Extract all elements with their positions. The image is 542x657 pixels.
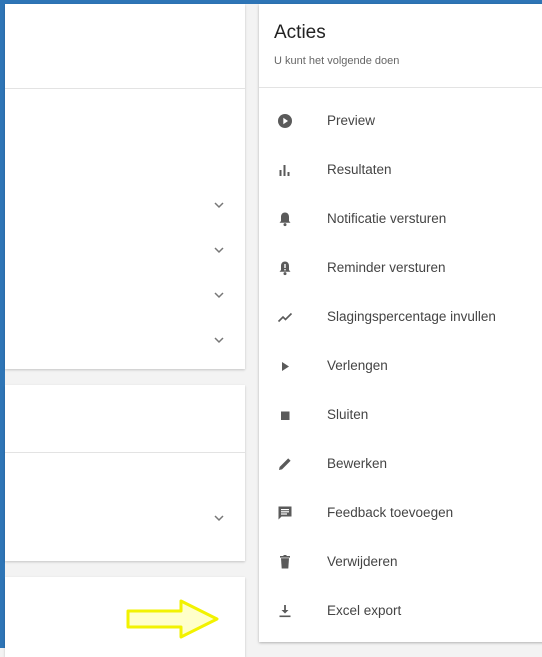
action-label: Verlengen [327,358,388,373]
download-icon [276,602,294,620]
actions-panel-header: Acties U kunt het volgende doen [259,4,542,88]
action-feedback-toevoegen[interactable]: Feedback toevoegen [259,489,542,538]
play-icon [276,357,294,375]
action-label: Resultaten [327,162,392,177]
stop-icon [276,406,294,424]
chevron-down-icon[interactable] [211,510,227,526]
action-label: Notificatie versturen [327,211,447,226]
left-card-top [5,4,245,369]
chevron-down-icon[interactable] [211,197,227,213]
bell-icon [276,210,294,228]
action-preview[interactable]: Preview [259,97,542,146]
action-resultaten[interactable]: Resultaten [259,146,542,195]
actions-panel: Acties U kunt het volgende doen Preview … [259,4,542,642]
panel-title: Acties [274,22,326,43]
action-verwijderen[interactable]: Verwijderen [259,538,542,587]
panel-subtitle: U kunt het volgende doen [274,55,400,67]
pencil-icon [276,455,294,473]
trending-line-icon [276,308,294,326]
action-slagingspercentage-invullen[interactable]: Slagingspercentage invullen [259,293,542,342]
chevron-down-icon[interactable] [211,332,227,348]
action-label: Slagingspercentage invullen [327,309,496,324]
comment-icon [276,504,294,522]
card-divider [5,452,245,453]
action-label: Reminder versturen [327,260,446,275]
play-circle-icon [276,112,294,130]
action-sluiten[interactable]: Sluiten [259,391,542,440]
action-label: Preview [327,113,376,128]
chevron-down-icon[interactable] [211,242,227,258]
action-reminder-versturen[interactable]: Reminder versturen [259,244,542,293]
chevron-down-icon[interactable] [211,287,227,303]
action-verlengen[interactable]: Verlengen [259,342,542,391]
bar-chart-icon [276,161,294,179]
action-label: Bewerken [327,456,388,471]
bell-alert-icon [276,259,294,277]
action-notificatie-versturen[interactable]: Notificatie versturen [259,195,542,244]
card-divider [5,88,245,89]
action-label: Feedback toevoegen [327,505,454,520]
action-excel-export[interactable]: Excel export [259,587,542,636]
action-bewerken[interactable]: Bewerken [259,440,542,489]
action-label: Sluiten [327,407,369,422]
action-label: Excel export [327,603,402,618]
action-label: Verwijderen [327,554,398,569]
left-card-middle [5,385,245,561]
trash-icon [276,553,294,571]
annotation-arrow-icon [126,599,219,639]
